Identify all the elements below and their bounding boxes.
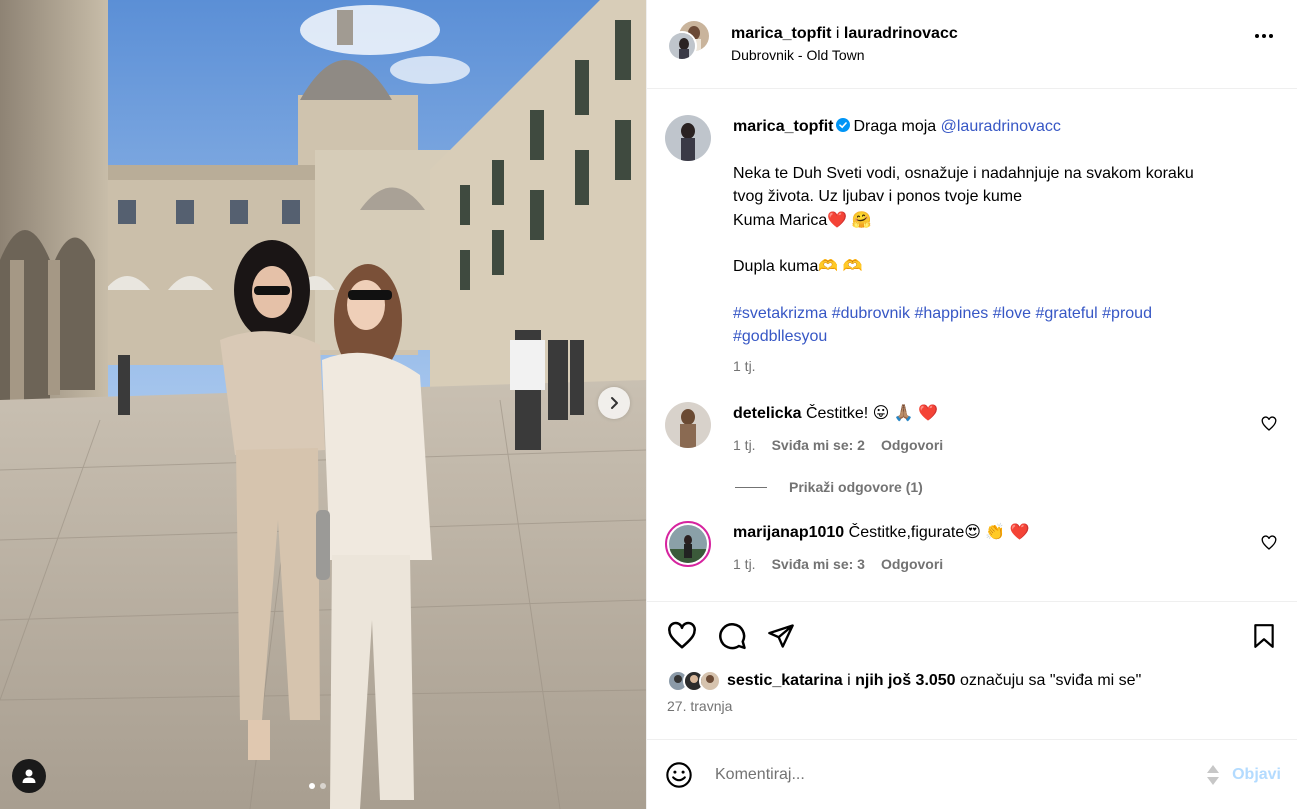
authors-joiner: i bbox=[831, 25, 844, 42]
caption-line: Dupla kuma🫶 🫶 bbox=[733, 258, 863, 275]
caption-username[interactable]: marica_topfit bbox=[733, 118, 833, 135]
post-location[interactable]: Dubrovnik - Old Town bbox=[731, 47, 958, 63]
comment-composer: Objavi bbox=[647, 739, 1297, 809]
heart-icon[interactable] bbox=[667, 621, 697, 651]
post-date[interactable]: 27. travnja bbox=[667, 698, 1277, 714]
next-photo-button[interactable] bbox=[598, 387, 630, 419]
carousel-dot bbox=[320, 783, 326, 789]
view-replies-button[interactable]: Prikaži odgovore (1) bbox=[735, 479, 1277, 495]
commenter-avatar[interactable] bbox=[665, 402, 711, 448]
post-header: marica_topfit i lauradrinovacc Dubrovnik… bbox=[647, 0, 1297, 89]
caption-meta: 1 tj. bbox=[733, 355, 1277, 379]
post-details-panel: marica_topfit i lauradrinovacc Dubrovnik… bbox=[646, 0, 1297, 809]
commenter-username[interactable]: detelicka bbox=[733, 405, 801, 422]
commenter-avatar[interactable] bbox=[665, 521, 711, 567]
likes-count[interactable]: njih još 3.050 bbox=[855, 672, 955, 690]
coauthor-username[interactable]: lauradrinovacc bbox=[844, 25, 958, 42]
author-username[interactable]: marica_topfit bbox=[731, 25, 831, 42]
post-photo[interactable] bbox=[0, 0, 646, 809]
hashtag[interactable]: #svetakrizma bbox=[733, 305, 827, 322]
comment-likes-count[interactable]: Sviđa mi se: 2 bbox=[772, 434, 865, 458]
caption-line: tvog života. Uz ljubav i ponos tvoje kum… bbox=[733, 188, 1023, 205]
caption-line-blank bbox=[733, 232, 1277, 255]
hashtag[interactable]: #proud bbox=[1102, 305, 1152, 322]
comments-section[interactable]: marica_topfit Draga moja @lauradrinovacc … bbox=[647, 89, 1297, 601]
smiley-icon[interactable] bbox=[665, 761, 693, 789]
verified-badge-icon bbox=[836, 118, 851, 132]
post-authors: marica_topfit i lauradrinovacc bbox=[731, 25, 958, 43]
hashtag[interactable]: #happines bbox=[914, 305, 988, 322]
carousel-dot-active bbox=[309, 783, 315, 789]
comment: marijanap1010 Čestitke,figurate😍 👏 ❤️ 1 … bbox=[665, 521, 1277, 576]
user-tag-icon bbox=[22, 769, 36, 783]
author-avatars[interactable] bbox=[667, 21, 711, 67]
heart-icon[interactable] bbox=[1261, 416, 1277, 432]
comment-input[interactable] bbox=[715, 765, 1207, 784]
reply-button[interactable]: Odgovori bbox=[881, 553, 943, 577]
comment-text: Čestitke! 😛 🙏🏽 ❤️ bbox=[805, 405, 939, 422]
caption-first-line: marica_topfit Draga moja @lauradrinovacc bbox=[733, 115, 1277, 139]
hashtag[interactable]: #love bbox=[993, 305, 1031, 322]
likes-joiner: i bbox=[842, 672, 856, 689]
heart-icon[interactable] bbox=[1261, 535, 1277, 551]
caption-mention[interactable]: @lauradrinovacc bbox=[941, 118, 1061, 135]
liker-avatar bbox=[699, 670, 721, 692]
hashtag[interactable]: #godbllesyou bbox=[733, 328, 827, 345]
post-actions: sestic_katarina i njih još 3.050 označuj… bbox=[647, 601, 1297, 739]
post-comment-button[interactable]: Objavi bbox=[1232, 766, 1281, 784]
paper-plane-icon[interactable] bbox=[767, 622, 795, 650]
comment-text: Čestitke,figurate😍 👏 ❤️ bbox=[848, 524, 1030, 541]
hashtag[interactable]: #grateful bbox=[1035, 305, 1097, 322]
instagram-post-modal: marica_topfit i lauradrinovacc Dubrovnik… bbox=[0, 0, 1297, 809]
caption-line: Kuma Marica❤️ 🤗 bbox=[733, 211, 872, 229]
hashtag[interactable]: #dubrovnik bbox=[832, 305, 910, 322]
photo-scene bbox=[0, 0, 646, 809]
view-replies-label: Prikaži odgovore (1) bbox=[789, 479, 923, 495]
likes-summary: sestic_katarina i njih još 3.050 označuj… bbox=[667, 670, 1277, 692]
comment-time[interactable]: 1 tj. bbox=[733, 434, 756, 458]
likes-suffix: označuju sa "sviđa mi se" bbox=[955, 672, 1142, 689]
carousel-indicator bbox=[309, 783, 326, 789]
comment: detelicka Čestitke! 😛 🙏🏽 ❤️ 1 tj. Sviđa … bbox=[665, 402, 1277, 457]
caption-line: Neka te Duh Sveti vodi, osnažuje i nadah… bbox=[733, 164, 1194, 182]
caption: marica_topfit Draga moja @lauradrinovacc … bbox=[665, 115, 1277, 378]
first-liker-username[interactable]: sestic_katarina bbox=[727, 672, 843, 690]
caption-hashtags: #svetakrizma #dubrovnik #happines #love … bbox=[733, 302, 1277, 349]
commenter-username[interactable]: marijanap1010 bbox=[733, 524, 844, 541]
comment-icon[interactable] bbox=[717, 621, 747, 651]
bookmark-icon[interactable] bbox=[1251, 622, 1277, 650]
caption-intro: Draga moja bbox=[853, 118, 941, 135]
sort-arrows-icon[interactable] bbox=[1206, 763, 1220, 787]
caption-time[interactable]: 1 tj. bbox=[733, 355, 756, 379]
caption-author-avatar[interactable] bbox=[665, 115, 711, 161]
comment-likes-count[interactable]: Sviđa mi se: 3 bbox=[772, 553, 865, 577]
reply-button[interactable]: Odgovori bbox=[881, 434, 943, 458]
comment-time[interactable]: 1 tj. bbox=[733, 553, 756, 577]
author-avatar[interactable] bbox=[667, 31, 697, 61]
tagged-users-button[interactable] bbox=[12, 759, 46, 793]
liker-avatars[interactable] bbox=[667, 670, 721, 692]
chevron-right-icon bbox=[611, 397, 618, 409]
more-horizontal-icon bbox=[1255, 34, 1259, 38]
more-options-button[interactable] bbox=[1255, 34, 1273, 38]
